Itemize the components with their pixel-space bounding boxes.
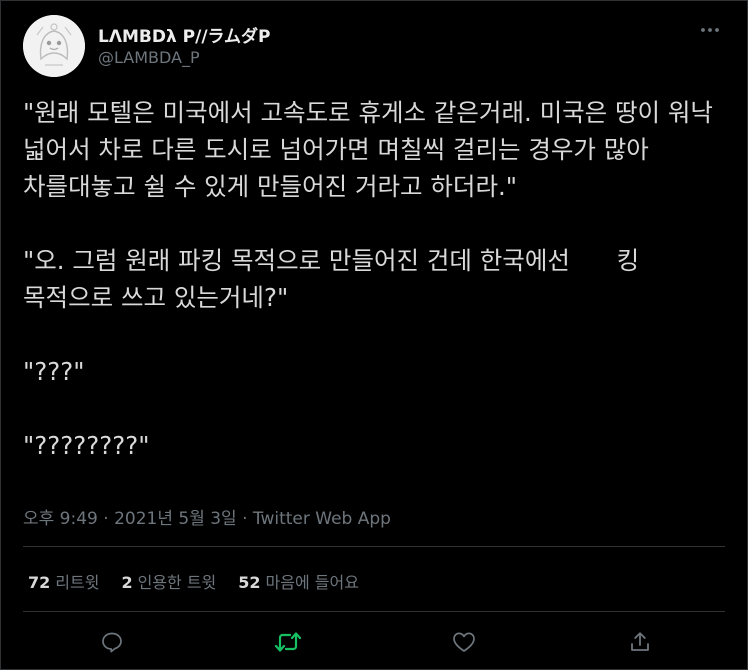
tweet-paragraph: "????????" <box>23 431 150 460</box>
avatar[interactable] <box>23 15 85 77</box>
tweet-header: LΛMBDλ P//ラムダP @LAMBDA_P <box>23 15 723 79</box>
reply-icon <box>102 632 122 653</box>
retweets-label: 리트윗 <box>55 573 100 592</box>
more-icon <box>701 28 719 32</box>
tweet-stats: 72 리트윗 2 인용한 트윗 52 마음에 들어요 <box>28 569 359 593</box>
likes-stat[interactable]: 52 마음에 들어요 <box>238 569 359 593</box>
quotes-count: 2 <box>121 573 133 592</box>
likes-label: 마음에 들어요 <box>265 573 359 592</box>
retweet-icon <box>274 632 302 652</box>
tweet-card: LΛMBDλ P//ラムダP @LAMBDA_P "원래 모텔은 미국에서 고속… <box>0 0 748 670</box>
tweet-paragraph: "오. 그럼 원래 파킹 목적으로 만들어진 건데 한국에선 킹 목적으로 쓰고… <box>23 246 647 312</box>
quotes-label: 인용한 트윗 <box>137 573 217 592</box>
tweet-paragraph: "???" <box>23 357 85 386</box>
quotes-stat[interactable]: 2 인용한 트윗 <box>121 569 216 593</box>
more-options-button[interactable] <box>697 17 723 43</box>
likes-count: 52 <box>238 573 261 592</box>
share-icon <box>631 632 649 651</box>
tweet-paragraph: "원래 모텔은 미국에서 고속도로 휴게소 같은거래. 미국은 땅이 워낙 넓어… <box>23 98 721 201</box>
divider <box>23 611 725 612</box>
like-button[interactable] <box>449 627 479 657</box>
author-handle[interactable]: @LAMBDA_P <box>98 48 200 67</box>
author-display-name[interactable]: LΛMBDλ P//ラムダP <box>98 22 270 47</box>
source-app-link[interactable]: Twitter Web App <box>253 509 391 529</box>
retweets-count: 72 <box>28 573 51 592</box>
tweet-timestamp[interactable]: 오후 9:49 · 2021년 5월 3일 · <box>23 509 253 529</box>
tweet-text: "원래 모텔은 미국에서 고속도로 휴게소 같은거래. 미국은 땅이 워낙 넓어… <box>23 94 723 464</box>
tweet-actions <box>1 621 747 661</box>
like-icon <box>453 632 475 652</box>
share-button[interactable] <box>625 627 655 657</box>
retweet-button[interactable] <box>273 627 303 657</box>
divider <box>23 546 725 547</box>
reply-button[interactable] <box>97 627 127 657</box>
tweet-metadata: 오후 9:49 · 2021년 5월 3일 · Twitter Web App <box>23 504 391 529</box>
retweets-stat[interactable]: 72 리트윗 <box>28 569 99 593</box>
